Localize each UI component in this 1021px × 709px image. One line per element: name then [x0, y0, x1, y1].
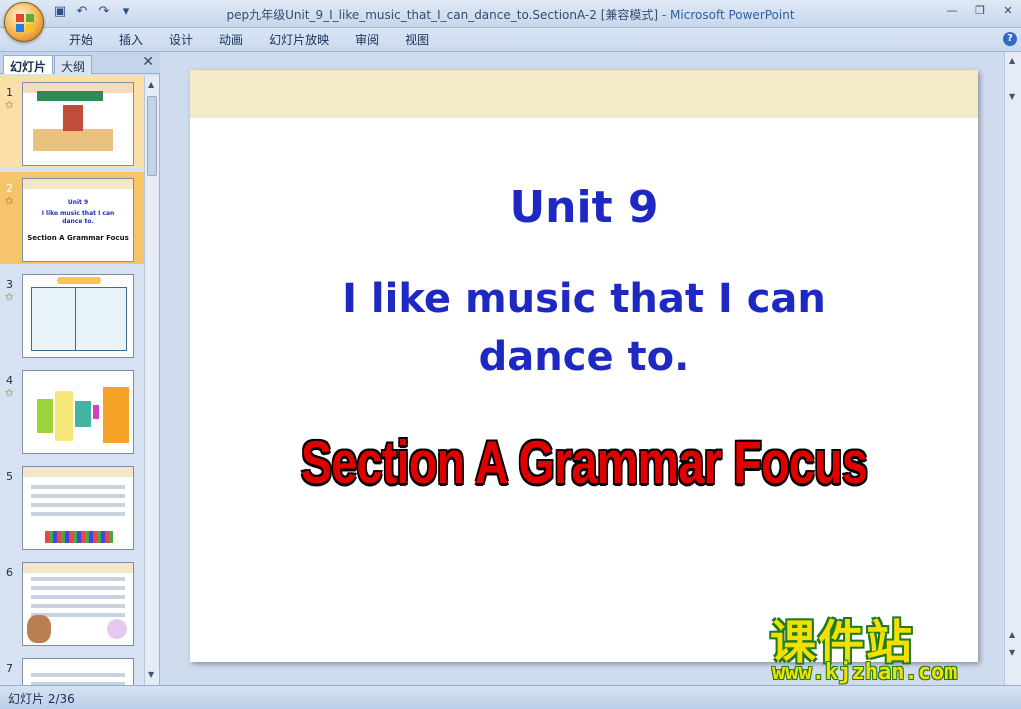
- app-name: Microsoft PowerPoint: [670, 8, 795, 22]
- slide-top-band: [190, 70, 978, 118]
- thumbnail: [22, 466, 134, 550]
- watermark-logo: 课件站 www.kjzhan.com: [770, 606, 1010, 690]
- animation-star-icon: ✩: [5, 100, 14, 111]
- panel-tabs: 幻灯片 大纲 ✕: [0, 52, 160, 74]
- slide-thumb-5[interactable]: 5: [0, 460, 144, 552]
- tab-outline[interactable]: 大纲: [54, 55, 93, 74]
- animation-star-icon: ✩: [5, 196, 14, 207]
- slide-thumb-1[interactable]: 1 ✩: [0, 76, 144, 168]
- tab-review[interactable]: 审阅: [342, 32, 392, 48]
- thumbnail: Unit 9 I like music that I can dance to.…: [22, 178, 134, 262]
- tab-slideshow[interactable]: 幻灯片放映: [256, 32, 342, 48]
- slide-section-title[interactable]: Section A Grammar Focus: [277, 428, 892, 497]
- office-logo-icon: [16, 14, 34, 32]
- tab-insert[interactable]: 插入: [106, 32, 156, 48]
- scroll-down-icon[interactable]: ▼: [1009, 92, 1015, 101]
- slide-editor: Unit 9 I like music that I can dance to.…: [160, 52, 1004, 685]
- slide-thumb-7[interactable]: 7: [0, 652, 144, 685]
- tab-view[interactable]: 视图: [392, 32, 442, 48]
- thumbnail: [22, 274, 134, 358]
- thumbnail: [22, 658, 134, 685]
- slides-panel: 幻灯片 大纲 ✕ 1 ✩ 2 ✩ Unit 9 I like music tha…: [0, 52, 160, 685]
- thumbnail: [22, 562, 134, 646]
- help-icon[interactable]: ?: [1003, 32, 1017, 46]
- document-name: pep九年级Unit_9_I_like_music_that_I_can_dan…: [226, 8, 659, 22]
- close-icon[interactable]: ✕: [1001, 4, 1015, 17]
- tab-home[interactable]: 开始: [56, 32, 106, 48]
- slide-thumb-4[interactable]: 4 ✩: [0, 364, 144, 456]
- thumbnail: [22, 370, 134, 454]
- panel-close-icon[interactable]: ✕: [142, 54, 154, 70]
- editor-scrollbar[interactable]: ▲ ▼ ▲ ▼: [1004, 52, 1021, 685]
- tab-design[interactable]: 设计: [156, 32, 206, 48]
- scroll-down-icon[interactable]: ▼: [148, 670, 154, 679]
- panel-scrollbar[interactable]: ▲ ▼: [144, 76, 159, 685]
- watermark-url: www.kjzhan.com: [772, 660, 958, 685]
- slide-thumb-2[interactable]: 2 ✩ Unit 9 I like music that I can dance…: [0, 172, 144, 264]
- slide-canvas[interactable]: Unit 9 I like music that I can dance to.…: [190, 70, 978, 662]
- window-controls: — ❐ ✕: [945, 4, 1015, 17]
- thumbnail: [22, 82, 134, 166]
- animation-star-icon: ✩: [5, 388, 14, 399]
- scroll-up-icon[interactable]: ▲: [1009, 56, 1015, 65]
- slide-thumb-6[interactable]: 6: [0, 556, 144, 648]
- scroll-thumb[interactable]: [147, 96, 157, 176]
- slide-counter: 幻灯片 2/36: [8, 692, 75, 706]
- slide-thumb-3[interactable]: 3 ✩: [0, 268, 144, 360]
- scroll-up-icon[interactable]: ▲: [148, 80, 154, 89]
- title-bar: ▣ ↶ ↷ ▾ pep九年级Unit_9_I_like_music_that_I…: [0, 0, 1021, 28]
- slide-subtitle[interactable]: I like music that I can dance to.: [270, 270, 898, 386]
- animation-star-icon: ✩: [5, 292, 14, 303]
- restore-icon[interactable]: ❐: [973, 4, 987, 17]
- window-title: pep九年级Unit_9_I_like_music_that_I_can_dan…: [226, 8, 795, 22]
- tab-slides[interactable]: 幻灯片: [3, 55, 54, 74]
- minimize-icon[interactable]: —: [945, 4, 959, 17]
- ribbon: 开始 插入 设计 动画 幻灯片放映 审阅 视图 ?: [0, 28, 1021, 52]
- tab-animation[interactable]: 动画: [206, 32, 256, 48]
- slide-title[interactable]: Unit 9: [190, 182, 978, 233]
- slide-thumbnails: 1 ✩ 2 ✩ Unit 9 I like music that I can d…: [0, 76, 144, 685]
- office-button[interactable]: [4, 2, 44, 42]
- ribbon-tabs: 开始 插入 设计 动画 幻灯片放映 审阅 视图: [56, 32, 442, 48]
